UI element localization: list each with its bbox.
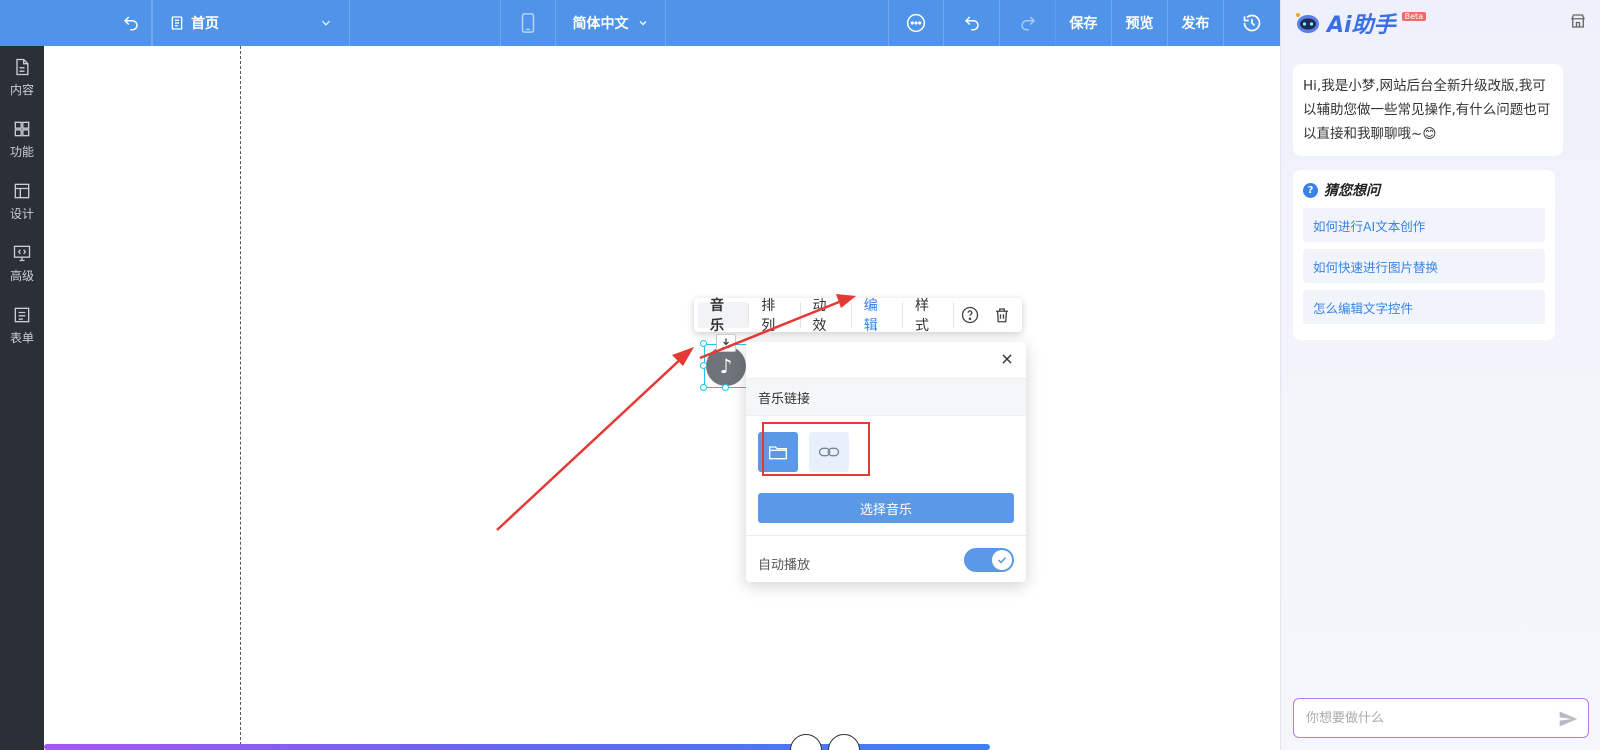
code-monitor-icon: [13, 245, 31, 261]
history-icon: [1243, 14, 1261, 32]
language-label: 简体中文: [572, 16, 629, 32]
greeting-message: Hi,我是小梦,网站后台全新升级改版,我可以辅助您做一些常见操作,有什么问题也可…: [1293, 64, 1563, 156]
music-element[interactable]: ♪: [700, 334, 748, 391]
page-selector[interactable]: 首页: [152, 0, 350, 46]
back-arrow-icon: [123, 16, 138, 31]
ai-header: Ai助手 Beta: [1281, 0, 1600, 46]
tab-edit[interactable]: 编辑: [852, 298, 903, 334]
page-boundary-line: [240, 46, 241, 750]
page-name: 首页: [191, 16, 219, 32]
top-toolbar: 首页 简体中文 保存 预览 发布: [0, 0, 1280, 46]
resize-handle[interactable]: [700, 362, 707, 369]
resize-handle[interactable]: [722, 384, 729, 391]
ai-chat-input-box: [1293, 698, 1589, 738]
element-toolbar: 音乐 排列 动效 编辑 样式: [694, 298, 1022, 334]
save-button[interactable]: 保存: [1056, 0, 1112, 46]
canvas-control-button[interactable]: [790, 734, 822, 750]
page-icon: [171, 16, 183, 30]
sidebar-item-label: 功能: [9, 144, 34, 159]
tab-animation[interactable]: 动效: [801, 298, 852, 334]
form-icon: [14, 307, 30, 322]
toggle-knob: [992, 550, 1012, 570]
annotation-arrow: [496, 355, 685, 531]
annotation-highlight-box: [762, 422, 870, 476]
chevron-down-icon: [322, 20, 330, 26]
suggested-title-text: 猜您想问: [1324, 183, 1380, 199]
music-link-header: 音乐链接: [746, 378, 1026, 416]
question-icon: ?: [1303, 182, 1318, 198]
sidebar-item-label: 设计: [9, 206, 34, 221]
trash-icon: [996, 308, 1009, 323]
undo-icon: [964, 16, 979, 31]
suggested-question[interactable]: 如何进行AI文本创作: [1303, 208, 1545, 242]
choose-music-button[interactable]: 选择音乐: [758, 493, 1014, 523]
back-button[interactable]: [110, 0, 152, 46]
sidebar-item-label: 表单: [9, 330, 34, 345]
ai-assistant-panel: Ai助手 Beta Hi,我是小梦,网站后台全新升级改版,我可以辅助您做一些常见…: [1280, 0, 1600, 750]
history-button[interactable]: [1224, 0, 1280, 46]
editor-canvas[interactable]: 音乐 排列 动效 编辑 样式 ♪ 音乐链接 选择音乐 自动播放: [44, 46, 1280, 750]
redo-icon: [1020, 16, 1035, 31]
sidebar-item-function[interactable]: 功能: [0, 108, 44, 170]
language-selector[interactable]: 简体中文: [556, 0, 666, 46]
help-icon: [962, 306, 979, 324]
check-icon: [997, 556, 1007, 564]
send-button[interactable]: [1558, 709, 1578, 729]
chevron-down-icon: [639, 21, 646, 26]
document-icon: [16, 58, 29, 75]
tab-style[interactable]: 样式: [903, 298, 955, 334]
annotation-arrows: [496, 294, 856, 531]
help-button[interactable]: [954, 302, 986, 328]
suggested-question[interactable]: 如何快速进行图片替换: [1303, 249, 1545, 283]
delete-button[interactable]: [986, 302, 1018, 328]
beta-badge: Beta: [1401, 11, 1427, 21]
autoplay-label: 自动播放: [758, 558, 811, 573]
canvas-control-button[interactable]: [828, 734, 860, 750]
sidebar-item-label: 高级: [9, 268, 34, 283]
tab-arrange[interactable]: 排列: [749, 298, 801, 334]
annotation-arrowhead: [672, 347, 694, 366]
music-settings-popup: 音乐链接 选择音乐 自动播放: [746, 342, 1026, 582]
sidebar-item-content[interactable]: 内容: [0, 46, 44, 108]
resize-handle[interactable]: [700, 340, 707, 347]
close-icon: [1002, 354, 1012, 364]
robot-icon: [1296, 13, 1319, 33]
shop-icon: [1571, 14, 1585, 28]
resize-handle[interactable]: [700, 384, 707, 391]
smile-emoji-icon: 😊: [1422, 126, 1437, 142]
sidebar-item-advanced[interactable]: 高级: [0, 232, 44, 294]
publish-button[interactable]: 发布: [1168, 0, 1224, 46]
redo-button[interactable]: [1000, 0, 1056, 46]
sidebar-item-design[interactable]: 设计: [0, 170, 44, 232]
layout-icon: [14, 183, 30, 198]
suggested-title: ? 猜您想问: [1303, 180, 1545, 200]
tab-music[interactable]: 音乐: [698, 298, 750, 334]
mobile-icon: [521, 13, 535, 33]
download-icon[interactable]: [716, 334, 736, 352]
shop-button[interactable]: [1569, 12, 1591, 34]
divider: [746, 535, 1026, 536]
more-button[interactable]: [888, 0, 944, 46]
sidebar-item-form[interactable]: 表单: [0, 294, 44, 356]
grid-icon: [14, 121, 30, 136]
autoplay-toggle[interactable]: [964, 548, 1014, 572]
close-button[interactable]: [1000, 352, 1016, 368]
device-toggle-button[interactable]: [500, 0, 556, 46]
left-sidebar: 内容 功能 设计 高级 表单: [0, 46, 44, 750]
send-icon: [1559, 711, 1578, 727]
sidebar-item-label: 内容: [9, 82, 34, 97]
ai-title: Ai助手: [1327, 13, 1396, 38]
suggested-questions: ? 猜您想问 如何进行AI文本创作 如何快速进行图片替换 怎么编辑文字控件: [1293, 170, 1555, 340]
preview-button[interactable]: 预览: [1112, 0, 1168, 46]
ai-chat-input[interactable]: [1306, 710, 1546, 726]
suggested-question[interactable]: 怎么编辑文字控件: [1303, 290, 1545, 324]
undo-button[interactable]: [944, 0, 1000, 46]
more-dots-icon: [906, 13, 926, 33]
